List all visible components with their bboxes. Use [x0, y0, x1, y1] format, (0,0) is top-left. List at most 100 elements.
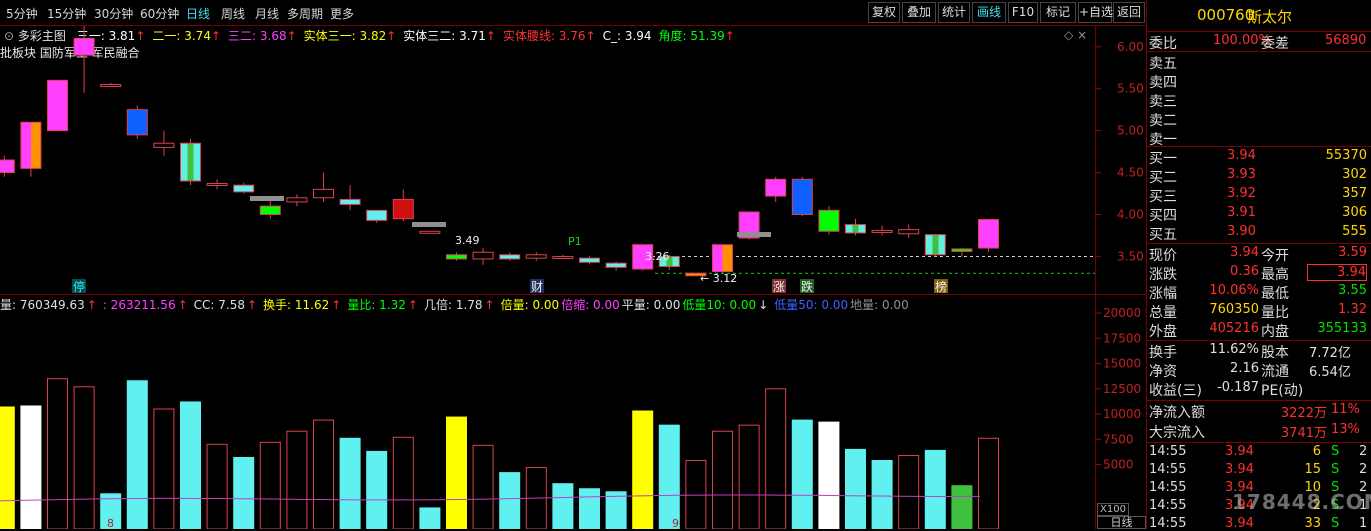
volume-bar[interactable]	[845, 448, 866, 529]
period-tab-5[interactable]: 周线	[221, 5, 245, 22]
period-tab-2[interactable]: 30分钟	[94, 5, 133, 22]
candle-body[interactable]	[20, 121, 42, 169]
candle-body[interactable]	[712, 244, 733, 273]
toolbar-button-1[interactable]: 叠加	[902, 2, 936, 23]
volume-bar[interactable]	[233, 456, 255, 529]
volume-bar[interactable]	[126, 380, 148, 529]
candle-body[interactable]	[525, 254, 547, 259]
candle-body[interactable]	[206, 182, 228, 186]
volume-bar[interactable]	[765, 388, 787, 529]
candle-body[interactable]	[366, 209, 388, 221]
volume-bar[interactable]	[259, 441, 281, 529]
volume-bar[interactable]	[552, 483, 574, 529]
volume-chart[interactable]: 20000 17500 15000 12500 10000 7500 5000 8 9	[0, 295, 1146, 529]
candle-body[interactable]	[259, 205, 281, 216]
candle-body[interactable]	[0, 159, 15, 174]
toolbar-button-7[interactable]: 返回	[1113, 2, 1145, 23]
volume-bar[interactable]	[818, 421, 840, 529]
period-tab-4[interactable]: 日线	[186, 5, 210, 22]
candle-body[interactable]	[313, 188, 334, 199]
candle-body[interactable]	[233, 184, 255, 193]
buy-price[interactable]: 3.93	[1227, 167, 1256, 182]
candle-body[interactable]	[818, 209, 840, 232]
candle-body[interactable]	[765, 178, 787, 197]
candle-body[interactable]	[47, 79, 68, 132]
volume-bar[interactable]	[73, 386, 95, 529]
candle-body[interactable]	[472, 251, 494, 260]
candle-body[interactable]	[180, 142, 201, 182]
scale-button[interactable]: X100	[1097, 503, 1129, 516]
event-marker[interactable]: 停	[73, 279, 85, 294]
candle-body[interactable]	[153, 142, 175, 148]
event-marker[interactable]: 跌	[801, 279, 813, 294]
period-tab-7[interactable]: 多周期	[287, 5, 323, 22]
candle-body[interactable]	[446, 254, 467, 260]
toolbar-button-3[interactable]: 画线	[972, 2, 1006, 23]
volume-bar[interactable]	[0, 406, 15, 529]
volume-bar[interactable]	[392, 436, 414, 529]
candle-body[interactable]	[286, 197, 308, 203]
volume-bar[interactable]	[871, 459, 893, 529]
candle-body[interactable]	[392, 198, 414, 220]
volume-bar[interactable]	[499, 472, 521, 529]
candle-body[interactable]	[100, 84, 122, 88]
candle-body[interactable]	[978, 219, 999, 249]
candle-body[interactable]	[499, 254, 521, 260]
candle-body[interactable]	[73, 37, 95, 56]
event-marker[interactable]: 榜	[935, 279, 947, 294]
volume-bar[interactable]	[472, 444, 494, 529]
candle-body[interactable]	[552, 255, 574, 259]
candle-body[interactable]	[924, 234, 946, 256]
period-tab-0[interactable]: 5分钟	[6, 5, 38, 22]
volume-bar[interactable]	[579, 488, 600, 529]
candle-body[interactable]	[898, 229, 920, 235]
period-tab-8[interactable]: 更多	[330, 5, 354, 22]
buy-price[interactable]: 3.94	[1227, 148, 1256, 163]
buy-price[interactable]: 3.90	[1227, 224, 1256, 239]
volume-bar[interactable]	[47, 378, 68, 529]
toolbar-button-5[interactable]: 标记	[1040, 2, 1076, 23]
buy-price[interactable]: 3.91	[1227, 205, 1256, 220]
toolbar-button-0[interactable]: 复权	[868, 2, 900, 23]
candle-body[interactable]	[951, 248, 973, 252]
volume-bar[interactable]	[366, 450, 388, 529]
volume-bar[interactable]	[712, 430, 733, 529]
volume-bar[interactable]	[738, 424, 760, 529]
period-tab-6[interactable]: 月线	[255, 5, 279, 22]
volume-bar[interactable]	[286, 430, 308, 529]
candle-body[interactable]	[605, 262, 627, 268]
volume-bar[interactable]	[978, 437, 999, 529]
candle-body[interactable]	[339, 198, 361, 205]
candle-body[interactable]	[871, 229, 893, 233]
candle-body[interactable]	[126, 109, 148, 136]
volume-bar[interactable]	[153, 408, 175, 529]
period-tab-3[interactable]: 60分钟	[140, 5, 179, 22]
toolbar-button-4[interactable]: F10	[1008, 2, 1038, 23]
volume-bar[interactable]	[180, 401, 201, 529]
volume-bar[interactable]	[339, 437, 361, 529]
period-tab[interactable]: 日线	[1097, 516, 1146, 529]
volume-bar[interactable]	[658, 424, 680, 529]
volume-bar[interactable]	[206, 443, 228, 529]
event-marker[interactable]: 财	[531, 280, 543, 294]
volume-bar[interactable]	[605, 491, 627, 529]
volume-bar[interactable]	[791, 419, 813, 529]
buy-price[interactable]: 3.92	[1227, 186, 1256, 201]
event-marker[interactable]: 涨	[773, 279, 785, 294]
volume-bar[interactable]	[898, 454, 920, 529]
toolbar-button-2[interactable]: 统计	[938, 2, 970, 23]
volume-bar[interactable]	[924, 449, 946, 529]
candle-body[interactable]	[791, 178, 813, 216]
volume-bar[interactable]	[446, 416, 467, 529]
candle-body[interactable]	[845, 224, 866, 234]
volume-bar[interactable]	[419, 507, 441, 529]
candle-body[interactable]	[579, 257, 600, 263]
candle-body[interactable]	[419, 230, 441, 234]
toolbar-button-6[interactable]: +自选	[1078, 2, 1113, 23]
volume-bar[interactable]	[313, 419, 334, 529]
volume-bar[interactable]	[632, 410, 654, 529]
volume-bar[interactable]	[20, 405, 42, 529]
volume-bar[interactable]	[951, 485, 973, 529]
kline-chart[interactable]: 6.00 5.50 5.00 4.50 4.00 3.50 3.49 3.26 ← 3.12 P1…	[0, 26, 1146, 294]
period-tab-1[interactable]: 15分钟	[47, 5, 86, 22]
